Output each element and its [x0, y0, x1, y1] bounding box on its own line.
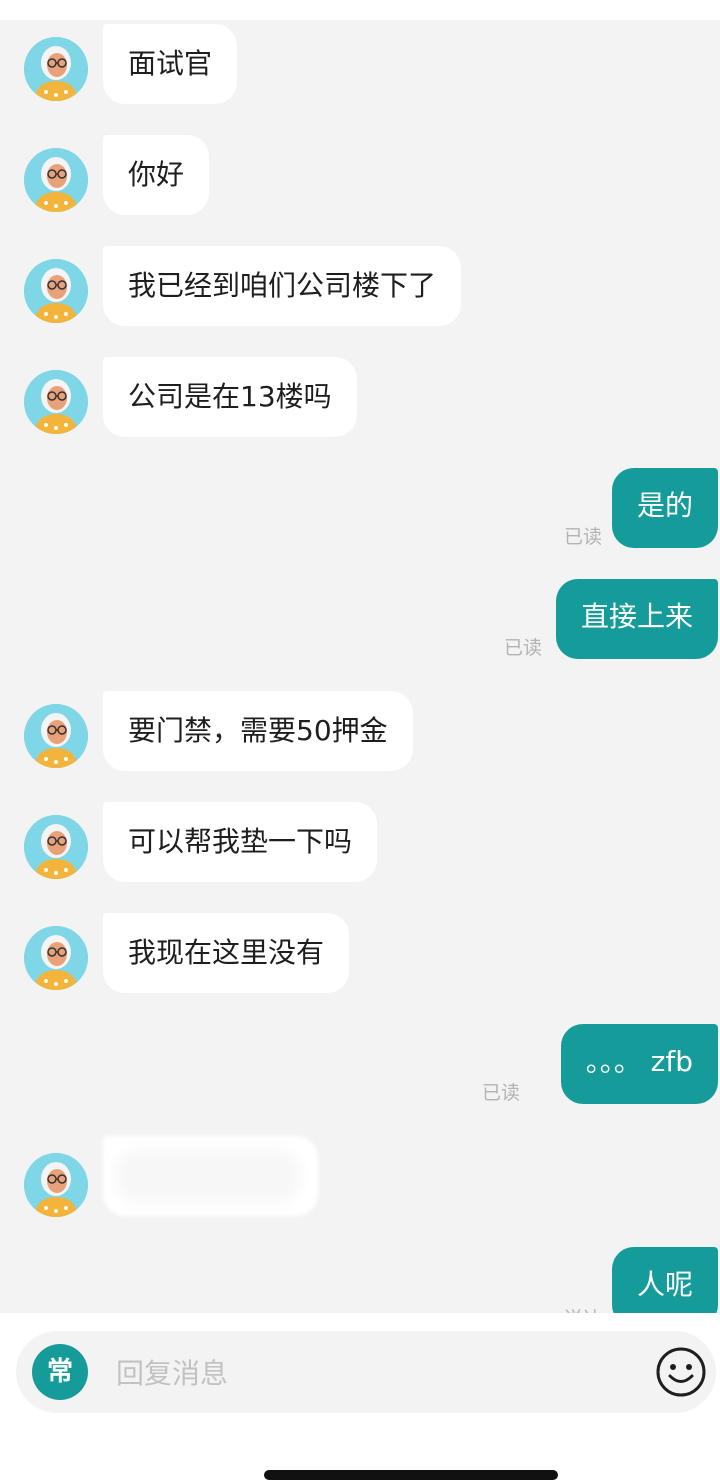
redacted-content: [115, 1150, 300, 1202]
incoming-message-bubble[interactable]: 公司是在13楼吗: [103, 357, 357, 437]
incoming-message-bubble[interactable]: 面试官: [103, 24, 238, 104]
incoming-message-bubble[interactable]: 你好: [103, 135, 210, 215]
incoming-message-bubble[interactable]: 可以帮我垫一下吗: [103, 802, 378, 882]
smiley-face-icon[interactable]: [655, 1346, 707, 1398]
interviewer-avatar[interactable]: [24, 926, 88, 990]
interviewer-avatar[interactable]: [24, 704, 88, 768]
read-status-label: 已读: [503, 637, 542, 659]
reply-input[interactable]: [114, 1351, 618, 1395]
common-phrases-button[interactable]: 常: [32, 1344, 88, 1400]
incoming-message-bubble[interactable]: 我现在这里没有: [103, 913, 350, 993]
reply-input-container: 常: [16, 1331, 716, 1413]
interviewer-avatar[interactable]: [24, 148, 88, 212]
read-status-label: 已读: [563, 526, 602, 548]
interviewer-avatar[interactable]: [24, 37, 88, 101]
delivery-status-label: 送达: [564, 1304, 602, 1313]
read-status-label: 已读: [481, 1082, 520, 1104]
incoming-message-bubble[interactable]: 要门禁，需要50押金: [103, 691, 413, 771]
chat-screen: 面试官 你好 我已经到咱们公司楼下了 公司是在13楼吗 已读 是的 已读 直接上…: [0, 0, 720, 1482]
interviewer-avatar[interactable]: [24, 370, 88, 434]
interviewer-avatar[interactable]: [24, 815, 88, 879]
outgoing-message-bubble[interactable]: 。。。 zfb: [560, 1024, 718, 1104]
home-indicator[interactable]: [264, 1470, 558, 1480]
reply-bar: 常: [0, 1313, 720, 1482]
outgoing-message-bubble[interactable]: 直接上来: [555, 579, 718, 659]
status-bar-area: [0, 0, 720, 20]
interviewer-avatar[interactable]: [24, 259, 88, 323]
incoming-message-bubble[interactable]: 我已经到咱们公司楼下了: [103, 246, 462, 326]
interviewer-avatar[interactable]: [24, 1153, 88, 1217]
outgoing-message-bubble[interactable]: 是的: [611, 468, 718, 548]
redacted-message-bubble[interactable]: [103, 1136, 318, 1216]
outgoing-message-bubble[interactable]: 人呢: [611, 1247, 718, 1313]
message-list[interactable]: 面试官 你好 我已经到咱们公司楼下了 公司是在13楼吗 已读 是的 已读 直接上…: [0, 20, 720, 1313]
